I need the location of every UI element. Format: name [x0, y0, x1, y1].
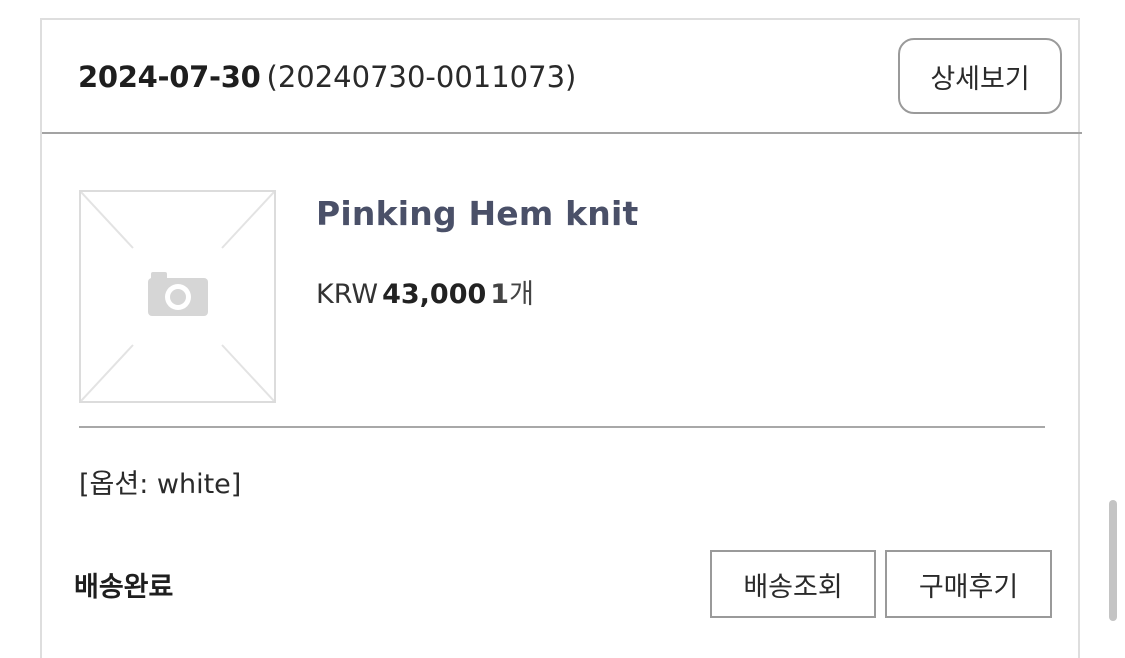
order-info: 2024-07-30 (20240730-0011073) [78, 58, 576, 96]
price-line: KRW 43,000 1개 [316, 272, 534, 311]
detail-view-button[interactable]: 상세보기 [898, 38, 1062, 114]
quantity-number: 1 [490, 279, 510, 310]
order-card: 2024-07-30 (20240730-0011073) 상세보기 Pinkin… [40, 18, 1082, 658]
order-header: 2024-07-30 (20240730-0011073) 상세보기 [42, 20, 1082, 134]
delivery-status: 배송완료 [74, 572, 174, 603]
price-amount: 43,000 [382, 279, 487, 310]
camera-placeholder-icon [81, 192, 274, 401]
price-currency: KRW [316, 279, 379, 310]
product-option: [옵션: white] [79, 469, 242, 500]
order-number: (20240730-0011073) [266, 60, 577, 94]
quantity-unit: 개 [509, 279, 534, 310]
section-divider [79, 426, 1045, 428]
product-thumbnail[interactable] [79, 190, 276, 403]
write-review-button[interactable]: 구매후기 [885, 550, 1052, 618]
track-delivery-button[interactable]: 배송조회 [710, 550, 876, 618]
order-date: 2024-07-30 [78, 60, 261, 94]
scrollbar[interactable] [1109, 500, 1117, 621]
product-name[interactable]: Pinking Hem knit [316, 194, 638, 233]
